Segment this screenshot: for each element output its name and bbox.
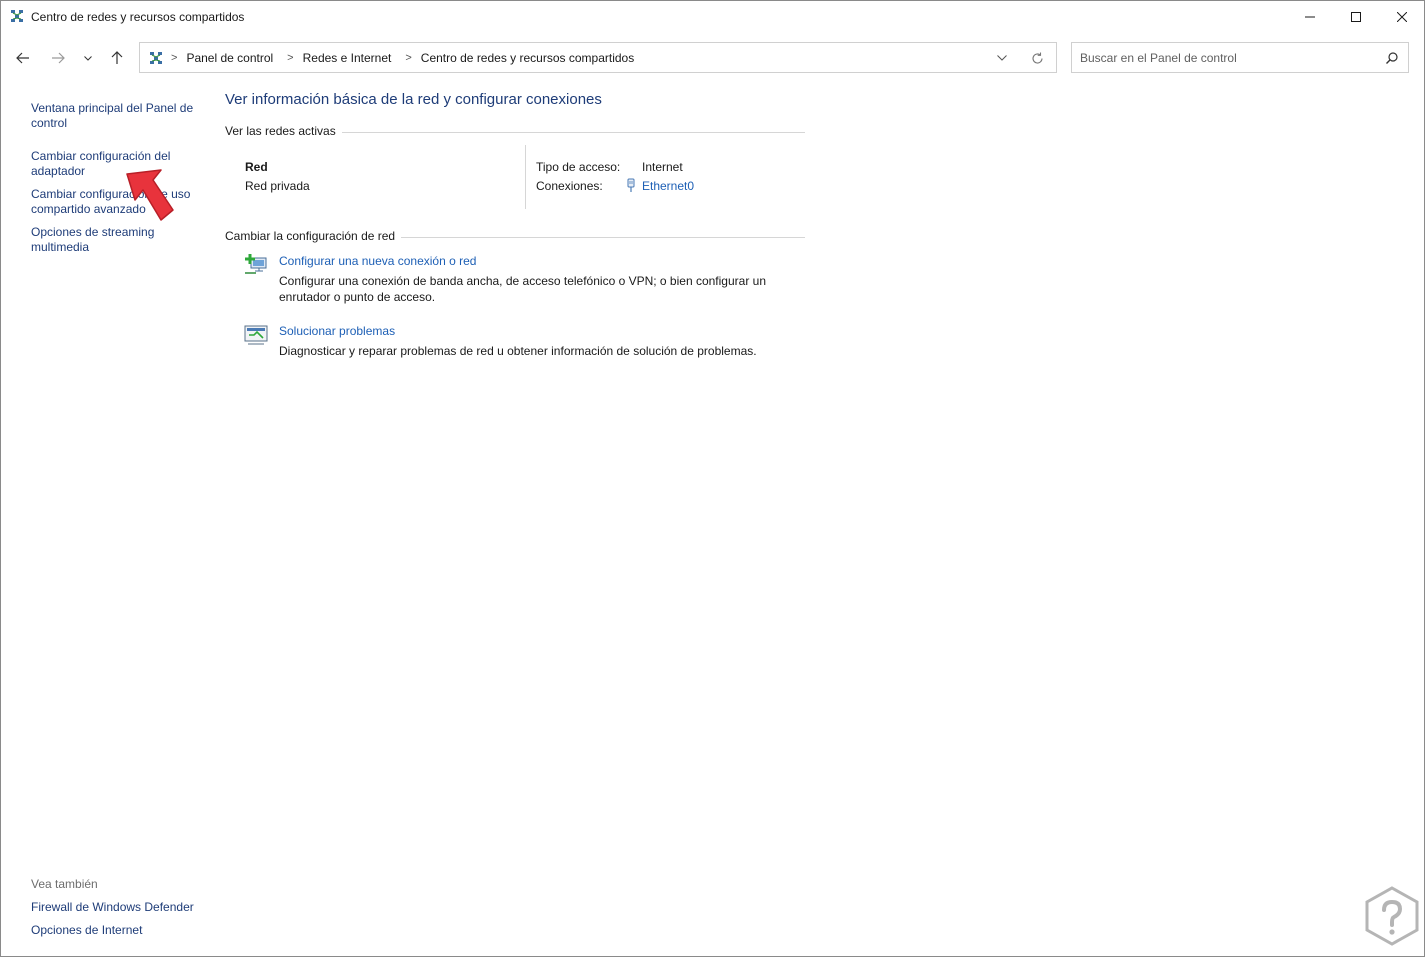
breadcrumb-separator: >: [171, 52, 178, 64]
see-also-heading: Vea también: [31, 877, 98, 891]
chevron-down-icon: [84, 55, 92, 61]
sidebar-link-windows-defender-firewall[interactable]: Firewall de Windows Defender: [31, 900, 221, 915]
forward-button[interactable]: [47, 47, 69, 69]
sidebar-item-label: multimedia: [31, 240, 90, 254]
change-settings-section: Cambiar la configuración de red: [225, 229, 805, 243]
network-divider: [525, 145, 526, 209]
maximize-button[interactable]: [1333, 1, 1379, 32]
search-input[interactable]: [1080, 43, 1376, 72]
network-center-icon: [11, 10, 23, 22]
sidebar-item-label: adaptador: [31, 164, 86, 178]
section-heading: Ver las redes activas: [225, 124, 342, 138]
breadcrumb-item-panel-de-control[interactable]: Panel de control: [186, 51, 273, 65]
task-description-line: Configurar una conexión de banda ancha, …: [279, 274, 766, 288]
window: Centro de redes y recursos compartidos >: [0, 0, 1425, 957]
task-description-line: enrutador o punto de acceso.: [279, 290, 436, 304]
breadcrumb-separator: >: [405, 52, 412, 64]
watermark-logo-icon: [1365, 886, 1419, 946]
refresh-button[interactable]: [1029, 50, 1045, 66]
access-type-label: Tipo de acceso:: [536, 160, 621, 174]
minimize-button[interactable]: [1287, 1, 1333, 32]
window-title: Centro de redes y recursos compartidos: [31, 10, 245, 24]
arrow-right-icon: [52, 52, 65, 64]
address-dropdown-button[interactable]: [994, 50, 1010, 66]
troubleshoot-icon: [244, 325, 268, 345]
setup-new-connection-description: Configurar una conexión de banda ancha, …: [279, 273, 779, 305]
title-bar: Centro de redes y recursos compartidos: [1, 1, 1424, 32]
section-heading: Cambiar la configuración de red: [225, 229, 402, 243]
new-connection-icon: [245, 254, 267, 274]
search-box[interactable]: [1071, 42, 1409, 73]
chevron-down-icon: [997, 55, 1007, 61]
ethernet0-link[interactable]: Ethernet0: [642, 179, 694, 193]
sidebar-link-internet-options[interactable]: Opciones de Internet: [31, 923, 221, 938]
up-button[interactable]: [106, 47, 128, 69]
arrow-up-icon: [111, 51, 123, 64]
close-icon: [1397, 11, 1407, 22]
breadcrumb-item-centro-de-redes[interactable]: Centro de redes y recursos compartidos: [421, 51, 634, 65]
back-button[interactable]: [12, 47, 34, 69]
close-button[interactable]: [1379, 1, 1425, 32]
sidebar-item-label: Cambiar configuración del: [31, 149, 171, 163]
troubleshoot-problems-description: Diagnosticar y reparar problemas de red …: [279, 343, 779, 359]
sidebar-item-label: Ventana principal del Panel de: [31, 101, 194, 115]
troubleshoot-problems-link[interactable]: Solucionar problemas: [279, 324, 395, 338]
breadcrumb-separator: >: [287, 52, 294, 64]
ethernet-icon: [627, 178, 635, 192]
connections-label: Conexiones:: [536, 179, 603, 193]
network-category: Red privada: [245, 179, 310, 193]
setup-new-connection-link[interactable]: Configurar una nueva conexión o red: [279, 254, 476, 268]
page-title: Ver información básica de la red y confi…: [225, 91, 602, 108]
access-type-value: Internet: [642, 160, 683, 174]
sidebar-item-advanced-sharing-settings[interactable]: Cambiar configuración de uso compartido …: [31, 187, 206, 217]
task-description-line: Diagnosticar y reparar problemas de red …: [279, 344, 757, 358]
sidebar-item-label: control: [31, 116, 68, 130]
arrow-left-icon: [16, 52, 29, 64]
pointer-arrow-icon: [126, 169, 174, 221]
maximize-icon: [1351, 11, 1361, 22]
network-center-icon: [150, 52, 162, 64]
see-also-section: Vea también Firewall de Windows Defender…: [31, 877, 221, 946]
breadcrumb: > Panel de control > Redes e Internet > …: [171, 51, 648, 65]
sidebar-item-control-panel-home[interactable]: Ventana principal del Panel de control: [31, 101, 193, 131]
active-networks-section: Ver las redes activas: [225, 124, 805, 138]
breadcrumb-item-redes-e-internet[interactable]: Redes e Internet: [303, 51, 392, 65]
address-bar[interactable]: > Panel de control > Redes e Internet > …: [139, 42, 1057, 73]
search-icon[interactable]: [1385, 51, 1399, 65]
refresh-icon: [1031, 52, 1043, 64]
sidebar-item-media-streaming-options[interactable]: Opciones de streaming multimedia: [31, 225, 154, 255]
recent-locations-button[interactable]: [79, 47, 97, 69]
network-name: Red: [245, 160, 268, 174]
minimize-icon: [1305, 16, 1315, 17]
sidebar-item-label: Opciones de streaming: [31, 225, 155, 239]
